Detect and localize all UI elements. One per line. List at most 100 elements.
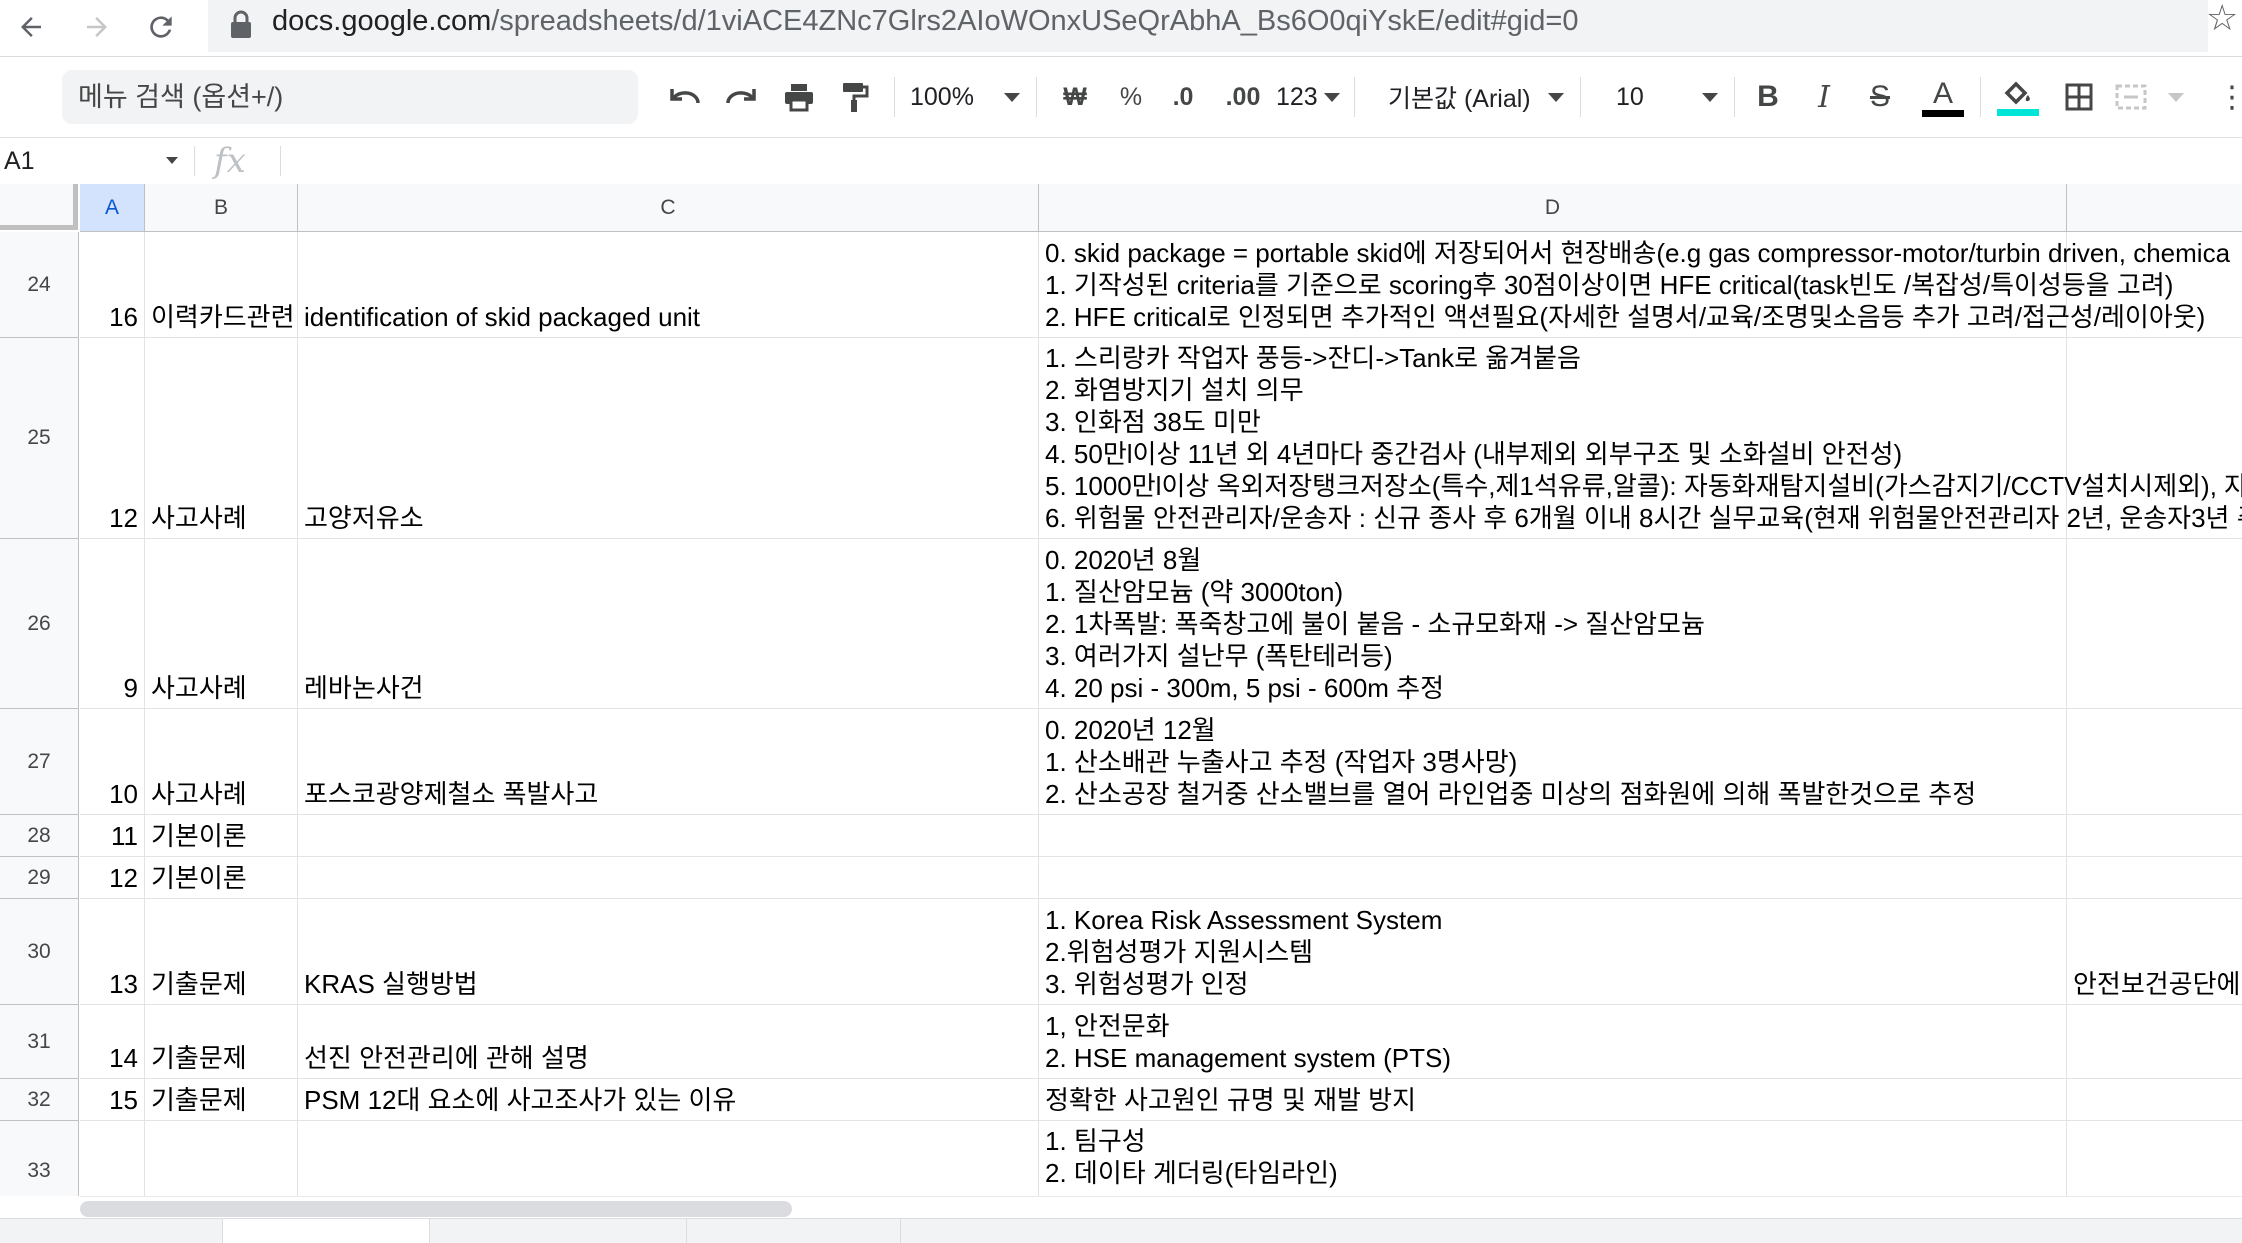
cell-b-row[interactable]: 사고사례 (145, 709, 298, 815)
row-header[interactable]: 27 (0, 709, 79, 815)
cell-a-row[interactable]: 12 (80, 857, 145, 899)
reload-icon[interactable] (138, 4, 184, 50)
spreadsheet-grid[interactable]: A B C D 24 16 이력카드관련 identification of skid pac… (0, 184, 2242, 1196)
row-header[interactable]: 26 (0, 539, 79, 709)
paint-format-icon[interactable] (832, 71, 878, 123)
cell-d-row[interactable] (1039, 857, 2067, 899)
scrollbar-thumb[interactable] (80, 1201, 792, 1217)
row-header[interactable]: 28 (0, 815, 79, 857)
cell-e-row[interactable] (2067, 232, 2242, 338)
formula-input[interactable] (290, 138, 2242, 184)
cell-d-row[interactable]: 0. skid package = portable skid에 저장되어서 현… (1039, 232, 2230, 338)
cell-b-row[interactable]: 기출문제 (145, 1079, 298, 1121)
row-header[interactable]: 30 (0, 899, 79, 1005)
font-size-select[interactable]: 10 (1616, 71, 1718, 123)
cell-c-row[interactable]: 고양저유소 (298, 338, 1039, 539)
print-icon[interactable] (776, 71, 822, 123)
cell-c-row[interactable] (298, 815, 1039, 857)
more-options-icon[interactable]: ⋮ (2217, 71, 2242, 123)
cell-e-row[interactable] (2067, 815, 2242, 857)
name-box[interactable]: A1 (4, 138, 184, 184)
text-color-button[interactable]: A (1920, 71, 1966, 123)
cell-text: 기본이론 (151, 821, 247, 851)
cell-d-row[interactable]: 정확한 사고원인 규명 및 재발 방지 (1039, 1079, 2067, 1121)
increase-decimal-button[interactable]: .00 (1218, 71, 1268, 123)
merge-cells-select[interactable] (2114, 71, 2184, 123)
cell-e-row[interactable] (2067, 1005, 2242, 1079)
cell-e-row[interactable] (2067, 709, 2242, 815)
row-header[interactable]: 32 (0, 1079, 79, 1121)
cell-d-row[interactable]: 0. 2020년 12월 1. 산소배관 누출사고 추정 (작업자 3명사망) 2.… (1039, 709, 2067, 815)
strikethrough-button[interactable]: S (1862, 71, 1898, 123)
column-header-d[interactable]: D (1039, 184, 2067, 232)
cell-c-row[interactable] (298, 1121, 1039, 1196)
cell-e-row[interactable] (2067, 857, 2242, 899)
redo-icon[interactable] (718, 71, 764, 123)
cell-d-row[interactable] (1039, 815, 2067, 857)
zoom-select[interactable]: 100% (910, 71, 1020, 123)
cell-d-row[interactable]: 1. 스리랑카 작업자 풍등->잔디->Tank로 옮겨붙음 2. 화염방지기 설… (1039, 338, 2242, 539)
cell-a-row[interactable] (80, 1121, 145, 1196)
cell-b-row[interactable]: 사고사례 (145, 539, 298, 709)
cell-e-row[interactable] (2067, 1079, 2242, 1121)
horizontal-scrollbar[interactable] (80, 1196, 2242, 1219)
decrease-decimal-button[interactable]: .0 (1164, 71, 1202, 123)
cell-d-row[interactable]: 1. 팀구성 2. 데이타 게더링(타임라인) (1039, 1121, 2067, 1196)
row-header[interactable]: 29 (0, 857, 79, 899)
cell-c-row[interactable]: 포스코광양제철소 폭발사고 (298, 709, 1039, 815)
column-header-e[interactable] (2067, 184, 2242, 232)
row-header[interactable]: 33 (0, 1121, 79, 1196)
back-arrow-icon[interactable] (8, 4, 54, 50)
cell-e-row[interactable] (2067, 539, 2242, 709)
menu-search-input[interactable]: 메뉴 검색 (옵션+/) (62, 70, 638, 124)
currency-format-button[interactable]: ₩ (1056, 71, 1094, 123)
cell-a-row[interactable]: 15 (80, 1079, 145, 1121)
borders-icon[interactable] (2056, 71, 2102, 123)
cell-e-row[interactable] (2067, 338, 2242, 539)
cell-a-row[interactable]: 9 (80, 539, 145, 709)
cell-b-row[interactable]: 기출문제 (145, 899, 298, 1005)
cell-e-row[interactable] (2067, 1121, 2242, 1196)
cell-d-row[interactable]: 0. 2020년 8월 1. 질산암모늄 (약 3000ton) 2. 1차폭발: … (1039, 539, 2067, 709)
font-select[interactable]: 기본값 (Arial) (1388, 71, 1564, 123)
cell-b-row[interactable] (145, 1121, 298, 1196)
cell-d-row[interactable]: 1. Korea Risk Assessment System 2.위험성평가 지… (1039, 899, 2067, 1005)
select-all-corner[interactable] (0, 184, 78, 230)
cell-b-row[interactable]: 기본이론 (145, 815, 298, 857)
column-header-b[interactable]: B (145, 184, 298, 232)
cell-d-row[interactable]: 1, 안전문화 2. HSE management system (PTS) (1039, 1005, 2067, 1079)
cell-b-row[interactable]: 기출문제 (145, 1005, 298, 1079)
cell-c-row[interactable]: PSM 12대 요소에 사고조사가 있는 이유 (298, 1079, 1039, 1121)
undo-icon[interactable] (662, 71, 708, 123)
column-header-a[interactable]: A (80, 184, 145, 232)
italic-button[interactable]: I (1806, 71, 1842, 123)
bookmark-star-icon[interactable]: ☆ (2206, 0, 2238, 36)
cell-a-row[interactable]: 14 (80, 1005, 145, 1079)
cell-b-row[interactable]: 사고사례 (145, 338, 298, 539)
cell-b-row[interactable]: 이력카드관련 (145, 232, 298, 338)
cell-a-row[interactable]: 13 (80, 899, 145, 1005)
cell-a-row[interactable]: 12 (80, 338, 145, 539)
sheet-tab-active[interactable] (222, 1219, 430, 1243)
row-header[interactable]: 25 (0, 338, 79, 539)
forward-arrow-icon[interactable] (74, 4, 120, 50)
cell-e-row[interactable]: 안전보건공단에서 (2067, 899, 2242, 1005)
row-header[interactable]: 31 (0, 1005, 79, 1079)
font-size-value: 10 (1616, 82, 1644, 111)
column-header-c[interactable]: C (298, 184, 1039, 232)
more-formats-select[interactable]: 123 (1276, 71, 1340, 123)
row-header[interactable]: 24 (0, 232, 79, 338)
cell-c-row[interactable] (298, 857, 1039, 899)
url-text[interactable]: docs.google.com/spreadsheets/d/1viACE4ZN… (272, 2, 1578, 50)
percent-format-button[interactable]: % (1112, 71, 1150, 123)
cell-a-row[interactable]: 16 (80, 232, 145, 338)
cell-a-row[interactable]: 10 (80, 709, 145, 815)
cell-a-row[interactable]: 11 (80, 815, 145, 857)
cell-b-row[interactable]: 기본이론 (145, 857, 298, 899)
cell-c-row[interactable]: 선진 안전관리에 관해 설명 (298, 1005, 1039, 1079)
fill-color-button[interactable] (1994, 71, 2042, 123)
bold-button[interactable]: B (1750, 71, 1786, 123)
cell-c-row[interactable]: identification of skid packaged unit (298, 232, 1039, 338)
cell-c-row[interactable]: 레바논사건 (298, 539, 1039, 709)
cell-c-row[interactable]: KRAS 실행방법 (298, 899, 1039, 1005)
